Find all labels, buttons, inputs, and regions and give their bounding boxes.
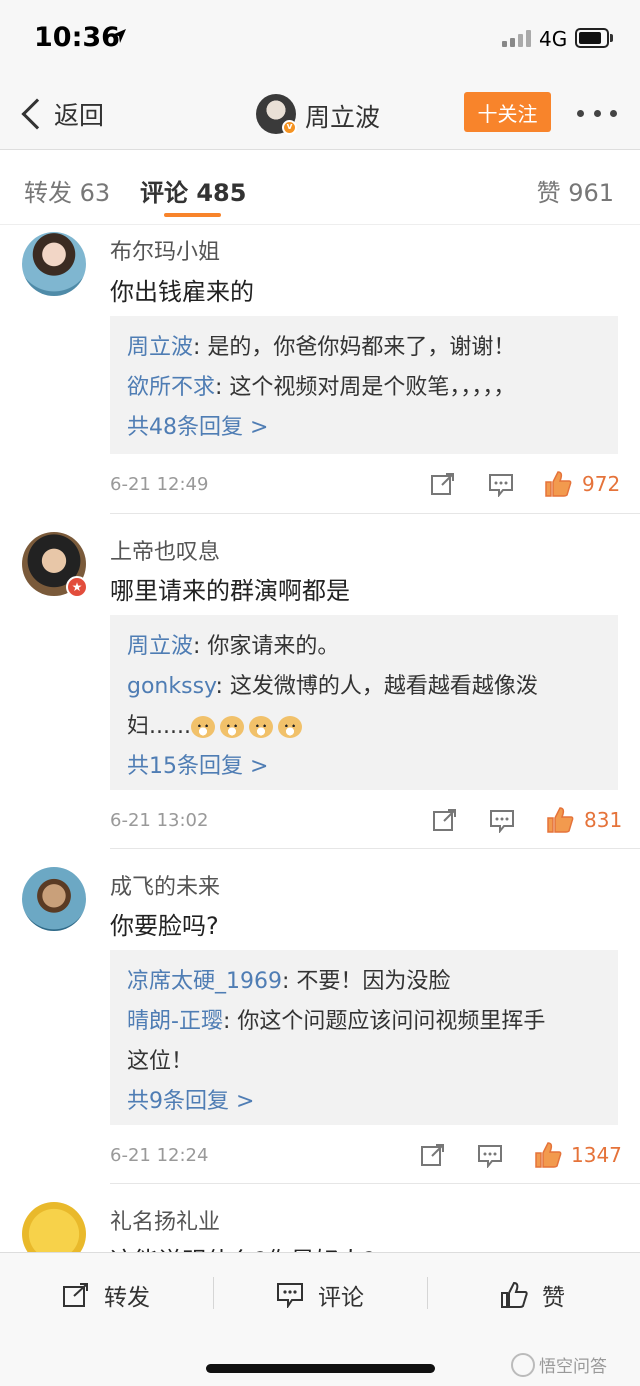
doge-emoji-icon (248, 716, 273, 738)
comment-time: 6-21 12:24 (110, 1145, 209, 1166)
comment-label: 评论 (318, 1285, 364, 1311)
cell-signal-icon (502, 30, 531, 47)
comment-author[interactable]: 布尔玛小姐 (110, 234, 220, 266)
reply-text: : 你这个问题应该问问视频里挥手 (222, 1009, 546, 1034)
reply-user[interactable]: 凉席太硬_1969 (127, 969, 282, 994)
share-icon (63, 1283, 88, 1307)
reply-user[interactable]: 晴朗-正璎 (127, 1009, 223, 1034)
home-indicator (206, 1364, 435, 1373)
comment-icon (277, 1283, 303, 1308)
doge-emoji-icon (190, 716, 215, 738)
reply-user[interactable]: 周立波 (127, 335, 193, 360)
comment-author[interactable]: 礼名扬礼业 (110, 1204, 220, 1236)
share-icon[interactable] (420, 1143, 446, 1167)
verified-badge-icon: v (282, 120, 297, 135)
reply-line: 欲所不求: 这个视频对周是个败笔，，，，， (127, 368, 602, 408)
reply-user[interactable]: gonkssy (127, 674, 215, 699)
like-icon[interactable] (534, 1141, 562, 1169)
reply-box[interactable]: 周立波: 是的，你爸你妈都来了，谢谢！ 欲所不求: 这个视频对周是个败笔，，，，… (110, 316, 618, 454)
avatar[interactable] (22, 1202, 86, 1252)
avatar[interactable] (22, 867, 86, 931)
tab-bar: 转发 63 评论 485 赞 961 (0, 151, 640, 225)
reply-text: : 你家请来的。 (193, 634, 340, 659)
reply-line: 这位！ (127, 1042, 602, 1082)
avatar[interactable] (22, 232, 86, 296)
repost-button[interactable]: 转发 (62, 1275, 150, 1315)
reply-user[interactable]: 周立波 (127, 634, 193, 659)
more-replies-link[interactable]: 共15条回复 > (127, 747, 602, 787)
active-tab-indicator (164, 213, 221, 217)
member-badge-icon: ★ (66, 576, 88, 598)
share-icon[interactable] (430, 472, 456, 496)
reply-line: 妇...... (127, 707, 602, 747)
comment-item: 成飞的未来 你要脸吗? 凉席太硬_1969: 不要！因为没脸 晴朗-正璎: 你这… (0, 849, 640, 1184)
comment-icon[interactable] (489, 809, 515, 833)
comment-item: 布尔玛小姐 你出钱雇来的 周立波: 是的，你爸你妈都来了，谢谢！ 欲所不求: 这… (0, 226, 640, 514)
reply-box[interactable]: 凉席太硬_1969: 不要！因为没脸 晴朗-正璎: 你这个问题应该问问视频里挥手… (110, 950, 618, 1125)
comment-item: 礼名扬礼业 这能说明什么?你是好人? (0, 1184, 640, 1252)
network-type: 4G (539, 27, 568, 51)
reply-box[interactable]: 周立波: 你家请来的。 gonkssy: 这发微博的人，越看越看越像泼 妇...… (110, 615, 618, 790)
tab-repost[interactable]: 转发 63 (24, 173, 110, 208)
comment-text: 哪里请来的群演啊都是 (110, 577, 350, 605)
reply-text: : 这发微博的人，越看越看越像泼 (215, 674, 538, 699)
reply-line: 凉席太硬_1969: 不要！因为没脸 (127, 962, 602, 1002)
doge-emoji-icon (277, 716, 302, 738)
comment-item: ★ 上帝也叹息 哪里请来的群演啊都是 周立波: 你家请来的。 gonkssy: … (0, 514, 640, 849)
like-icon[interactable] (544, 470, 572, 498)
like-count: 1347 (571, 1143, 622, 1167)
reply-user[interactable]: 欲所不求 (127, 375, 215, 400)
location-arrow-icon (112, 29, 126, 43)
reply-text: : 这个视频对周是个败笔，，，，， (215, 375, 516, 400)
repost-label: 转发 (104, 1285, 150, 1311)
status-time: 10:36 (34, 22, 120, 53)
tab-comment[interactable]: 评论 485 (140, 173, 246, 208)
comment-time: 6-21 12:49 (110, 474, 209, 495)
reply-text: : 是的，你爸你妈都来了，谢谢！ (193, 335, 516, 360)
reply-line: 晴朗-正璎: 你这个问题应该问问视频里挥手 (127, 1002, 602, 1042)
comment-time: 6-21 13:02 (110, 810, 209, 831)
watermark: 悟空问答 (511, 1352, 607, 1377)
reply-text: 这位！ (127, 1049, 194, 1074)
more-replies-link[interactable]: 共9条回复 > (127, 1082, 602, 1122)
status-bar: 10:36 4G (0, 0, 640, 78)
nav-bar: 返回 v 周立波 十关注 (0, 78, 640, 150)
reply-text: : 不要！因为没脸 (282, 969, 451, 994)
battery-tip (610, 34, 613, 42)
comment-author[interactable]: 成飞的未来 (110, 869, 220, 901)
reply-line: gonkssy: 这发微博的人，越看越看越像泼 (127, 667, 602, 707)
wukong-logo-icon (511, 1352, 535, 1377)
page-title: 周立波 (305, 103, 381, 132)
thumbs-up-icon (501, 1281, 528, 1308)
comment-text: 这能说明什么?你是好人? (110, 1241, 375, 1252)
like-count: 972 (582, 472, 621, 496)
like-label: 赞 (542, 1285, 565, 1311)
back-label: 返回 (54, 101, 105, 130)
share-icon[interactable] (432, 808, 458, 832)
more-replies-link[interactable]: 共48条回复 > (127, 408, 602, 448)
doge-emoji-icon (219, 716, 244, 738)
reply-line: 周立波: 是的，你爸你妈都来了，谢谢！ (127, 328, 602, 368)
battery-icon (575, 28, 609, 48)
like-button[interactable]: 赞 (500, 1275, 565, 1315)
back-button[interactable]: 返回 (18, 92, 104, 136)
more-options-icon[interactable] (577, 110, 617, 118)
reply-line: 周立波: 你家请来的。 (127, 627, 602, 667)
comment-text: 你出钱雇来的 (110, 278, 254, 306)
like-icon[interactable] (546, 806, 574, 834)
comment-icon[interactable] (477, 1144, 503, 1168)
chevron-left-icon (21, 98, 53, 130)
separator (213, 1277, 214, 1309)
tab-like[interactable]: 赞 961 (537, 173, 614, 208)
reply-text: 妇...... (127, 714, 191, 739)
separator (427, 1277, 428, 1309)
comment-icon[interactable] (488, 473, 514, 497)
like-count: 831 (584, 808, 623, 832)
comment-author[interactable]: 上帝也叹息 (110, 534, 220, 566)
comment-button[interactable]: 评论 (276, 1275, 364, 1315)
follow-button[interactable]: 十关注 (464, 92, 551, 132)
watermark-text: 悟空问答 (539, 1357, 607, 1377)
comment-text: 你要脸吗? (110, 912, 219, 940)
